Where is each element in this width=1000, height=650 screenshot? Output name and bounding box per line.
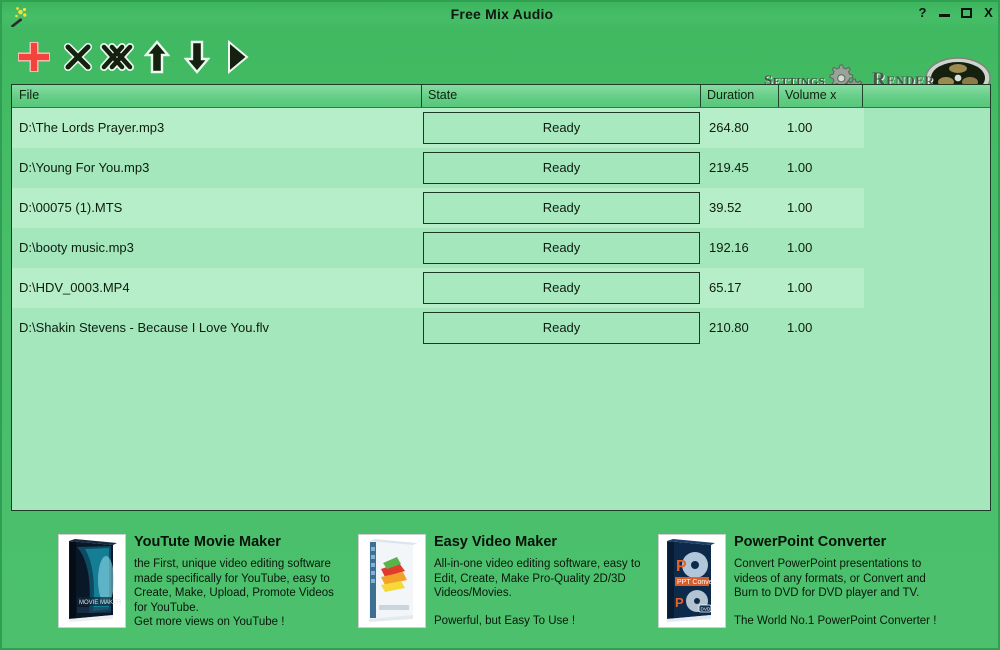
remove-all-files-button[interactable]: [98, 37, 136, 77]
promo-description: the First, unique video editing software…: [134, 558, 334, 614]
row-state-button[interactable]: Ready: [423, 272, 700, 304]
promo-text: YouTute Movie Maker the First, unique vi…: [126, 534, 334, 630]
row-state-button[interactable]: Ready: [423, 232, 700, 264]
remove-file-button[interactable]: [60, 37, 96, 77]
product-box-icon: MOVIE MAKER: [58, 534, 126, 628]
column-header-extra[interactable]: [862, 85, 990, 107]
svg-text:P: P: [675, 595, 684, 610]
row-file: D:\The Lords Prayer.mp3: [19, 120, 165, 135]
promo-tagline: Powerful, but Easy To Use !: [434, 614, 576, 627]
row-volume: 1.00: [787, 320, 813, 335]
row-spacer: [864, 108, 990, 148]
promo-text: PowerPoint Converter Convert PowerPoint …: [726, 534, 936, 628]
play-button[interactable]: [220, 37, 254, 77]
promo-easy-video-maker[interactable]: Easy Video Maker All-in-one video editin…: [358, 534, 648, 628]
add-file-button[interactable]: [12, 37, 56, 77]
close-icon[interactable]: X: [981, 5, 996, 20]
column-header-state[interactable]: State: [421, 85, 700, 107]
row-spacer: [864, 268, 990, 308]
product-box-icon: [358, 534, 426, 628]
svg-text:PPT Converter: PPT Converter: [677, 579, 723, 586]
table-row[interactable]: D:\00075 (1).MTS Ready 39.52 1.00: [12, 188, 990, 228]
move-up-button[interactable]: [140, 37, 174, 77]
table-row[interactable]: D:\HDV_0003.MP4 Ready 65.17 1.00: [12, 268, 990, 308]
row-volume: 1.00: [787, 240, 813, 255]
promo-text: Easy Video Maker All-in-one video editin…: [426, 534, 640, 628]
row-duration: 264.80: [709, 120, 749, 135]
column-header-volume[interactable]: Volume x: [778, 85, 862, 107]
table-row[interactable]: D:\The Lords Prayer.mp3 Ready 264.80 1.0…: [12, 108, 990, 148]
column-header-file[interactable]: File: [12, 85, 421, 107]
promo-banners: MOVIE MAKER YouTute Movie Maker the Firs…: [2, 514, 998, 648]
row-file: D:\00075 (1).MTS: [19, 200, 123, 215]
row-volume: 1.00: [787, 200, 813, 215]
list-header: File State Duration Volume x: [12, 85, 990, 108]
row-file: D:\Young For You.mp3: [19, 160, 150, 175]
maximize-icon[interactable]: [959, 5, 974, 20]
list-rows: D:\The Lords Prayer.mp3 Ready 264.80 1.0…: [12, 108, 990, 348]
promo-title: YouTute Movie Maker: [134, 534, 281, 550]
window-title: Free Mix Audio: [450, 6, 554, 22]
move-down-button[interactable]: [180, 37, 214, 77]
column-header-duration[interactable]: Duration: [700, 85, 778, 107]
promo-description: Convert PowerPoint presentations to vide…: [734, 558, 926, 599]
row-state-button[interactable]: Ready: [423, 152, 700, 184]
promo-description: All-in-one video editing software, easy …: [434, 558, 641, 599]
row-duration: 39.52: [709, 200, 742, 215]
row-file: D:\HDV_0003.MP4: [19, 280, 130, 295]
window-controls: ? X: [915, 5, 996, 20]
title-bar: Free Mix Audio ? X: [2, 2, 998, 29]
row-state-button[interactable]: Ready: [423, 192, 700, 224]
minimize-icon[interactable]: [937, 5, 952, 20]
row-file: D:\booty music.mp3: [19, 240, 134, 255]
table-row[interactable]: D:\Shakin Stevens - Because I Love You.f…: [12, 308, 990, 348]
row-state-button[interactable]: Ready: [423, 312, 700, 344]
row-file: D:\Shakin Stevens - Because I Love You.f…: [19, 320, 270, 335]
row-spacer: [864, 188, 990, 228]
promo-tagline: Get more views on YouTube !: [134, 616, 285, 628]
promo-title: PowerPoint Converter: [734, 534, 887, 550]
promo-powerpoint-converter[interactable]: P PPT Converter P DVD PowerPoint Convert…: [658, 534, 988, 628]
row-state-button[interactable]: Ready: [423, 112, 700, 144]
row-volume: 1.00: [787, 120, 813, 135]
svg-text:P: P: [676, 558, 687, 575]
promo-youtute-movie-maker[interactable]: MOVIE MAKER YouTute Movie Maker the Firs…: [58, 534, 348, 630]
row-volume: 1.00: [787, 280, 813, 295]
row-volume: 1.00: [787, 160, 813, 175]
table-row[interactable]: D:\Young For You.mp3 Ready 219.45 1.00: [12, 148, 990, 188]
row-duration: 65.17: [709, 280, 742, 295]
svg-text:DVD: DVD: [701, 607, 711, 612]
toolbar: Settings Render: [2, 29, 998, 102]
promo-tagline: The World No.1 PowerPoint Converter !: [734, 614, 937, 627]
promo-title: Easy Video Maker: [434, 534, 558, 550]
svg-text:MOVIE MAKER: MOVIE MAKER: [79, 600, 122, 606]
table-row[interactable]: D:\booty music.mp3 Ready 192.16 1.00: [12, 228, 990, 268]
app-window: Free Mix Audio ? X Settings Render File …: [0, 0, 1000, 650]
file-list: File State Duration Volume x D:\The Lord…: [11, 84, 991, 511]
row-duration: 219.45: [709, 160, 749, 175]
help-button[interactable]: ?: [915, 5, 930, 20]
row-duration: 192.16: [709, 240, 749, 255]
product-box-icon: P PPT Converter P DVD: [658, 534, 726, 628]
row-duration: 210.80: [709, 320, 749, 335]
